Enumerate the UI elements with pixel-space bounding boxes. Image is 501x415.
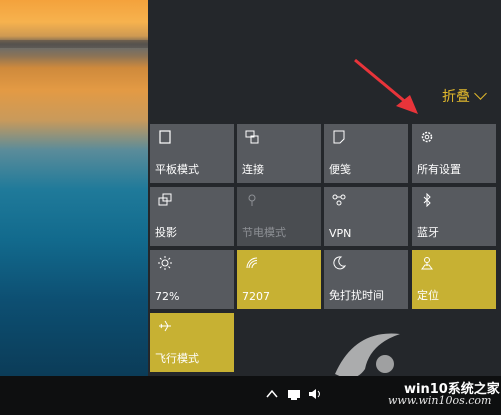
chevron-up-icon	[266, 389, 278, 398]
tile-label: 定位	[417, 289, 439, 302]
tile-location[interactable]: 定位	[412, 250, 496, 309]
note-icon	[333, 130, 345, 144]
tile-all-settings[interactable]: 所有设置	[412, 124, 496, 183]
location-icon	[421, 257, 433, 270]
connect-icon	[245, 130, 259, 144]
watermark-url: www.win10os.com	[388, 394, 492, 407]
tile-battery-saver[interactable]: 节电模式	[237, 187, 321, 246]
wifi-icon	[246, 257, 258, 269]
collapse-label: 折叠	[442, 89, 470, 105]
tablet-mode-icon	[159, 130, 171, 144]
tile-label: 7207	[242, 290, 270, 303]
moon-icon	[333, 256, 346, 270]
bluetooth-icon	[423, 193, 431, 207]
vpn-icon	[332, 194, 346, 206]
tile-quiet-hours[interactable]: 免打扰时间	[324, 250, 408, 309]
collapse-button[interactable]: 折叠	[442, 86, 487, 106]
tile-project[interactable]: 投影	[150, 187, 234, 246]
tile-label: 免打扰时间	[329, 289, 384, 302]
speaker-icon	[309, 389, 320, 399]
network-icon	[288, 390, 300, 400]
network-tray-button[interactable]	[287, 388, 301, 403]
tile-connect[interactable]: 连接	[237, 124, 321, 183]
tile-brightness[interactable]: 72%	[150, 250, 234, 309]
battery-saver-icon	[248, 194, 256, 206]
tile-label: 飞行模式	[155, 352, 199, 365]
airplane-icon	[159, 320, 171, 332]
tile-label: 72%	[155, 290, 180, 303]
tile-label: VPN	[329, 227, 352, 240]
tile-label: 节电模式	[242, 226, 286, 239]
tile-label: 便笺	[329, 163, 351, 176]
volume-tray-button[interactable]	[308, 388, 324, 403]
tile-label: 所有设置	[417, 163, 461, 176]
tile-airplane-mode[interactable]: 飞行模式	[150, 313, 234, 372]
tile-label: 蓝牙	[417, 226, 439, 239]
tile-label: 连接	[242, 163, 264, 176]
tile-label: 投影	[155, 226, 177, 239]
tile-vpn[interactable]: VPN	[324, 187, 408, 246]
tile-bluetooth[interactable]: 蓝牙	[412, 187, 496, 246]
show-hidden-icons-button[interactable]	[265, 388, 279, 403]
tile-label: 平板模式	[155, 163, 199, 176]
project-icon	[158, 193, 172, 206]
brightness-icon	[158, 256, 172, 270]
tile-tablet-mode[interactable]: 平板模式	[150, 124, 234, 183]
tile-note[interactable]: 便笺	[324, 124, 408, 183]
chevron-down-icon	[474, 87, 487, 100]
gear-icon	[421, 131, 433, 143]
tile-wifi[interactable]: 7207	[237, 250, 321, 309]
